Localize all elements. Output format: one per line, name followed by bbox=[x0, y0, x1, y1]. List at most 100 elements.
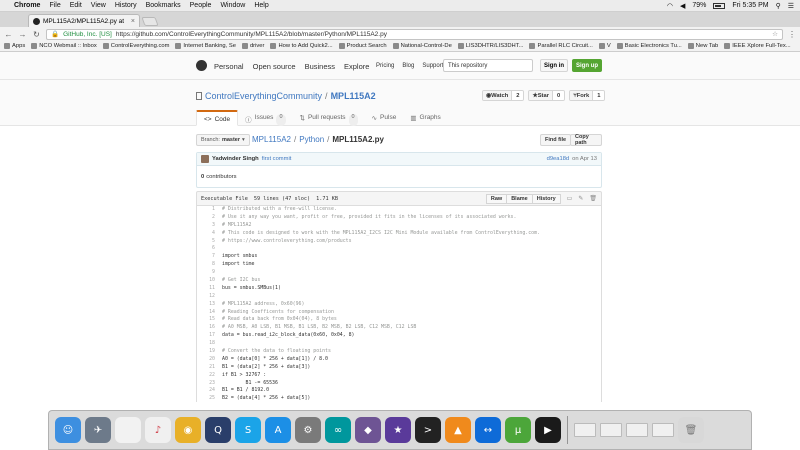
tab-pulse[interactable]: ∿ Pulse bbox=[365, 110, 404, 126]
menu-bookmarks[interactable]: Bookmarks bbox=[146, 2, 181, 9]
bookmark-item[interactable]: IEEE Xplore Full-Tex... bbox=[724, 43, 791, 49]
commit-sha[interactable]: d9ea18d bbox=[547, 156, 570, 162]
menu-file[interactable]: File bbox=[49, 2, 60, 9]
line-number[interactable]: 4 bbox=[197, 230, 219, 238]
commit-message[interactable]: first commit bbox=[262, 156, 292, 162]
pencil-icon[interactable]: ✎ bbox=[578, 195, 583, 202]
contributors[interactable]: 0 contributors bbox=[197, 166, 601, 188]
new-tab-button[interactable] bbox=[141, 17, 159, 26]
line-number[interactable]: 11 bbox=[197, 285, 219, 293]
fork-count[interactable]: 1 bbox=[593, 91, 605, 100]
repo-name-link[interactable]: MPL115A2 bbox=[331, 91, 376, 101]
line-number[interactable]: 1 bbox=[197, 206, 219, 214]
menu-app-name[interactable]: Chrome bbox=[14, 2, 40, 9]
bookmark-item[interactable]: Basic Electronics Tu... bbox=[616, 43, 682, 49]
line-number[interactable]: 5 bbox=[197, 238, 219, 246]
avatar[interactable] bbox=[201, 155, 209, 163]
launchpad-icon[interactable]: ✈ bbox=[85, 417, 111, 443]
imovie-icon[interactable]: ★ bbox=[385, 417, 411, 443]
tab-graphs[interactable]: ▥ Graphs bbox=[403, 110, 447, 126]
sign-in-button[interactable]: Sign in bbox=[540, 59, 568, 72]
teamviewer-icon[interactable]: ↔ bbox=[475, 417, 501, 443]
star-button[interactable]: ★ Star 0 bbox=[528, 90, 566, 101]
media-player-icon[interactable]: ▶ bbox=[535, 417, 561, 443]
tab-issues[interactable]: ⓘ Issues 0 bbox=[238, 110, 292, 126]
nav-explore[interactable]: Explore bbox=[344, 62, 369, 71]
line-number[interactable]: 7 bbox=[197, 253, 219, 261]
trash-icon[interactable]: 🗑 bbox=[589, 195, 597, 202]
line-number[interactable]: 20 bbox=[197, 356, 219, 364]
finder-icon[interactable]: ☺ bbox=[55, 417, 81, 443]
bookmark-item[interactable]: How to Add Quick2... bbox=[270, 43, 333, 49]
app-store-icon[interactable]: A bbox=[265, 417, 291, 443]
back-icon[interactable]: ← bbox=[4, 30, 13, 39]
breadcrumb-repo[interactable]: MPL115A2 bbox=[252, 135, 291, 144]
system-preferences-icon[interactable]: ⚙ bbox=[295, 417, 321, 443]
branch-select[interactable]: Branch: master ▾ bbox=[196, 134, 250, 146]
bookmark-item[interactable]: Parallel RLC Circuit... bbox=[529, 43, 593, 49]
line-number[interactable]: 18 bbox=[197, 340, 219, 348]
menu-window[interactable]: Window bbox=[220, 2, 245, 9]
itunes-icon[interactable]: ♪ bbox=[145, 417, 171, 443]
quicktime-icon[interactable]: Q bbox=[205, 417, 231, 443]
github-logo-icon[interactable] bbox=[196, 60, 207, 71]
bookmark-item[interactable]: NCO Webmail :: Inbox bbox=[31, 43, 97, 49]
desktop-icon[interactable]: ▭ bbox=[567, 195, 573, 202]
sign-up-button[interactable]: Sign up bbox=[572, 59, 602, 72]
menu-history[interactable]: History bbox=[115, 2, 137, 9]
forward-icon[interactable]: → bbox=[18, 30, 27, 39]
browser-tab[interactable]: MPL115A2/MPL115A2.py at × bbox=[28, 14, 140, 27]
arduino-icon[interactable]: ∞ bbox=[325, 417, 351, 443]
minimized-window[interactable] bbox=[574, 423, 596, 437]
line-number[interactable]: 2 bbox=[197, 214, 219, 222]
chrome-icon[interactable]: ◉ bbox=[175, 417, 201, 443]
reload-icon[interactable]: ↻ bbox=[32, 30, 41, 39]
bookmark-item[interactable]: Product Search bbox=[338, 43, 387, 49]
blame-button[interactable]: Blame bbox=[506, 193, 533, 204]
star-count[interactable]: 0 bbox=[552, 91, 565, 100]
minimized-window[interactable] bbox=[626, 423, 648, 437]
trash-icon[interactable]: 🗑 bbox=[678, 417, 704, 443]
history-button[interactable]: History bbox=[531, 193, 561, 204]
clock[interactable]: Fri 5:35 PM bbox=[732, 2, 768, 9]
line-number[interactable]: 17 bbox=[197, 332, 219, 340]
menu-edit[interactable]: Edit bbox=[70, 2, 82, 9]
tab-code[interactable]: <> Code bbox=[196, 110, 239, 126]
fork-button[interactable]: ⑂ Fork 1 bbox=[569, 90, 606, 101]
line-number[interactable]: 13 bbox=[197, 301, 219, 309]
line-number[interactable]: 16 bbox=[197, 324, 219, 332]
nav-open-source[interactable]: Open source bbox=[253, 62, 296, 71]
bookmark-item[interactable]: V bbox=[598, 43, 611, 49]
menu-view[interactable]: View bbox=[91, 2, 106, 9]
bookmark-star-icon[interactable]: ☆ bbox=[772, 30, 778, 38]
notes-icon[interactable] bbox=[115, 417, 141, 443]
menu-help[interactable]: Help bbox=[254, 2, 268, 9]
repo-owner-link[interactable]: ControlEverythingCommunity bbox=[205, 91, 322, 101]
line-number[interactable]: 14 bbox=[197, 309, 219, 317]
minimized-window[interactable] bbox=[652, 423, 674, 437]
tab-close-icon[interactable]: × bbox=[131, 18, 135, 25]
line-number[interactable]: 12 bbox=[197, 293, 219, 301]
vlc-icon[interactable]: ▲ bbox=[445, 417, 471, 443]
chrome-menu-icon[interactable]: ⋮ bbox=[788, 30, 796, 39]
skype-icon[interactable]: S bbox=[235, 417, 261, 443]
minimized-window[interactable] bbox=[600, 423, 622, 437]
line-number[interactable]: 9 bbox=[197, 269, 219, 277]
bookmark-item[interactable]: ControlEverything.com bbox=[102, 43, 169, 49]
bookmark-item[interactable]: driver bbox=[241, 43, 264, 49]
nav-pricing[interactable]: Pricing bbox=[376, 63, 394, 69]
wifi-icon[interactable]: ◠ bbox=[667, 2, 673, 10]
notification-center-icon[interactable]: ☰ bbox=[788, 2, 794, 10]
utorrent-icon[interactable]: μ bbox=[505, 417, 531, 443]
battery-percent[interactable]: 79% bbox=[692, 2, 706, 9]
bookmark-item[interactable]: Internet Banking, Se bbox=[175, 43, 236, 49]
watch-button[interactable]: ◉ Watch 2 bbox=[482, 90, 525, 101]
nav-personal[interactable]: Personal bbox=[214, 62, 244, 71]
bookmark-item[interactable]: New Tab bbox=[687, 43, 718, 49]
line-number[interactable]: 8 bbox=[197, 261, 219, 269]
menu-people[interactable]: People bbox=[190, 2, 212, 9]
github-desktop-icon[interactable]: ◆ bbox=[355, 417, 381, 443]
find-file-button[interactable]: Find file bbox=[540, 134, 572, 146]
spotlight-icon[interactable]: ⚲ bbox=[776, 2, 781, 10]
raw-button[interactable]: Raw bbox=[485, 193, 508, 204]
